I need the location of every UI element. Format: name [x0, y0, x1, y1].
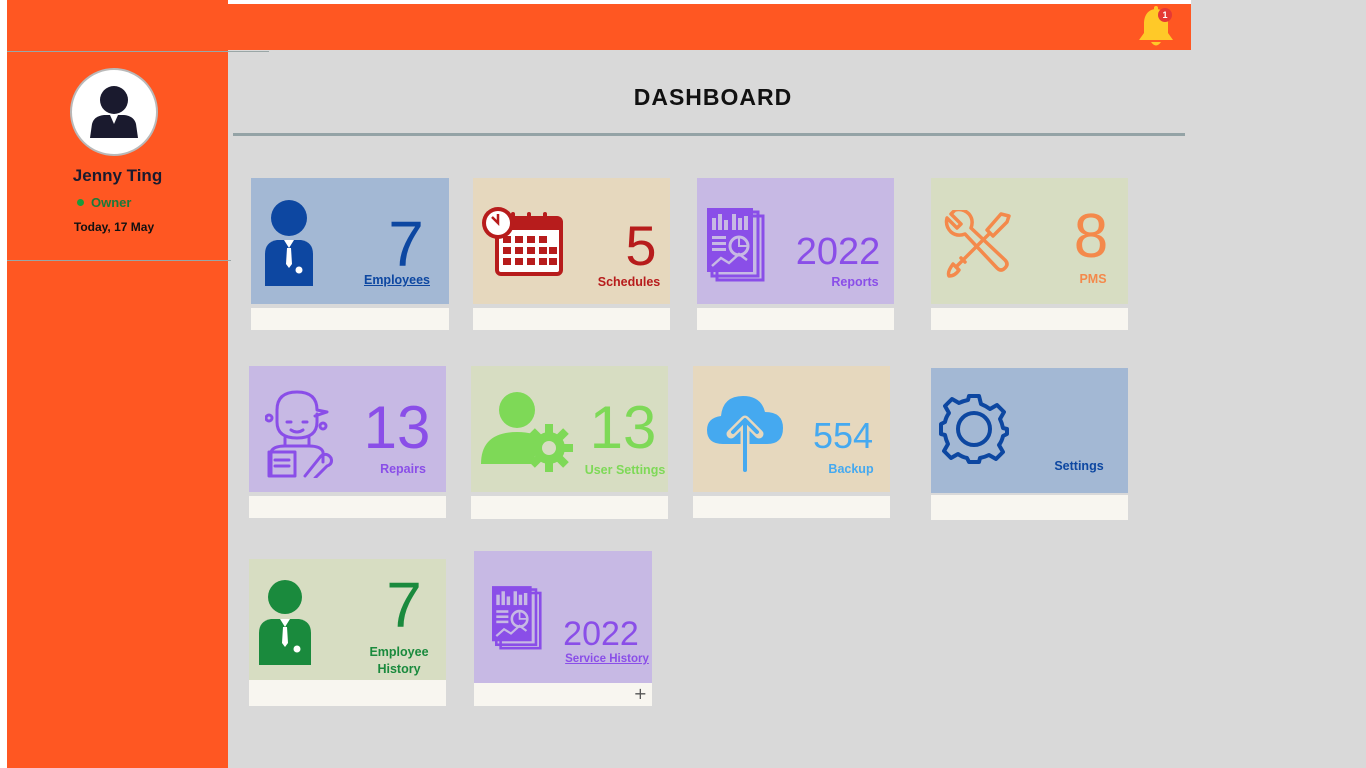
gear-icon [939, 394, 1009, 464]
card-settings[interactable]: Settings [931, 368, 1128, 520]
card-label: Reports [831, 275, 879, 289]
card-footer [471, 496, 668, 519]
report-icon [492, 586, 542, 650]
card-label: Settings [1054, 459, 1104, 473]
card-value: 8 [1073, 202, 1109, 271]
card-value: 13 [363, 394, 431, 461]
card-footer [931, 308, 1128, 330]
card-footer [473, 308, 670, 330]
card-employees[interactable]: 7 Employees [251, 178, 449, 330]
page-title: DASHBOARD [633, 84, 793, 110]
card-label[interactable]: Employees [351, 273, 443, 287]
card-user-settings[interactable]: 13 User Settings [471, 366, 668, 519]
card-label: User Settings [584, 463, 666, 477]
card-pms[interactable]: 8 PMS [931, 178, 1128, 330]
top-bar [7, 4, 1191, 50]
card-footer [693, 496, 890, 518]
card-label: Employee History [369, 645, 429, 676]
card-value: 554 [812, 415, 874, 456]
title-divider [233, 133, 1185, 136]
card-employee-history[interactable]: 7 Employee History [249, 559, 446, 706]
sidebar-top-divider [7, 51, 269, 52]
sidebar-profile-divider [7, 260, 231, 261]
card-footer [931, 495, 1128, 520]
card-service-history[interactable]: 2022 Service History + [474, 551, 652, 706]
card-value: 5 [625, 214, 657, 277]
user-gear-icon [481, 392, 573, 472]
user-date: Today, 17 May [73, 220, 155, 234]
card-footer [249, 496, 446, 518]
calendar-clock-icon [482, 207, 563, 276]
card-value: 2022 [563, 615, 639, 653]
card-value: 7 [386, 569, 422, 641]
card-reports[interactable]: 2022 Reports [697, 178, 894, 330]
tools-icon [944, 210, 1011, 278]
user-name: Jenny Ting [72, 166, 163, 185]
card-value: 13 [589, 394, 657, 461]
report-icon [707, 208, 765, 282]
status-dot [77, 199, 84, 206]
card-footer [251, 308, 449, 330]
card-footer [474, 683, 652, 706]
card-backup[interactable]: 554 Backup [693, 366, 890, 518]
card-label: PMS [1079, 272, 1107, 286]
card-value: 2022 [795, 231, 881, 273]
card-label: Repairs [380, 462, 426, 476]
avatar[interactable] [70, 68, 158, 156]
mechanic-icon [265, 390, 333, 478]
card-repairs[interactable]: 13 Repairs [249, 366, 446, 518]
card-value: 7 [388, 208, 424, 280]
notification-badge: 1 [1158, 8, 1172, 22]
cloud-upload-icon [707, 396, 783, 474]
card-footer [697, 308, 894, 330]
employee-icon [259, 580, 311, 665]
add-icon[interactable]: + [634, 686, 647, 702]
card-label: Backup [828, 462, 874, 476]
user-silhouette-icon [90, 86, 138, 138]
left-edge-strip [0, 0, 7, 768]
user-role: Owner [91, 195, 132, 210]
card-label: Schedules [597, 275, 661, 289]
card-schedules[interactable]: 5 Schedules [473, 178, 670, 330]
top-bar-edge [228, 0, 1191, 4]
card-label[interactable]: Service History [562, 653, 652, 665]
employee-icon [265, 200, 313, 286]
card-footer [249, 680, 446, 706]
